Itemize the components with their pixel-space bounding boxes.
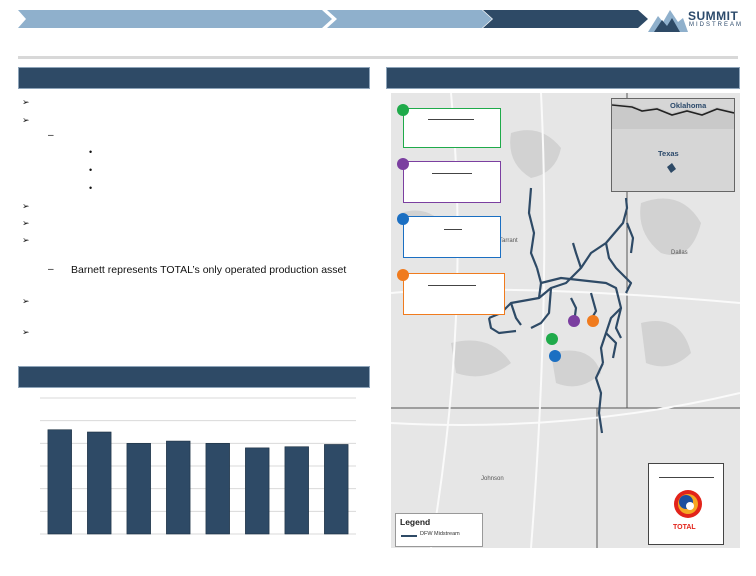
logo-main-text: SUMMIT — [688, 9, 739, 23]
orange-marker-icon — [397, 269, 409, 281]
bar — [47, 429, 72, 535]
callout-blue[interactable] — [403, 216, 501, 258]
total-underline — [659, 477, 714, 478]
nav-chevron-4-active[interactable] — [483, 10, 648, 28]
total-logo-text: TOTAL — [673, 524, 696, 531]
callout-underline — [428, 119, 474, 120]
bullet-dot: • — [89, 165, 93, 175]
left-panel-header — [18, 67, 370, 89]
oklahoma-label: Oklahoma — [670, 101, 707, 110]
total-logo-icon — [674, 490, 702, 518]
johnson-label: Johnson — [481, 476, 504, 482]
map-legend: Legend DFW Midstream — [395, 513, 483, 547]
bullet-dash: – — [48, 264, 54, 275]
bullet-arrow: ➢ — [22, 218, 30, 228]
bar — [245, 447, 270, 535]
texas-label: Texas — [658, 149, 679, 158]
nav-chevron-3[interactable] — [327, 10, 492, 28]
purple-site-marker[interactable] — [568, 315, 580, 327]
state-inset-map: Oklahoma Texas — [611, 98, 735, 192]
purple-marker-icon — [397, 158, 409, 170]
bullet-arrow: ➢ — [22, 327, 30, 337]
bar — [284, 446, 309, 535]
right-panel-header — [386, 67, 740, 89]
blue-site-marker[interactable] — [549, 350, 561, 362]
logo-sub-text: MIDSTREAM — [689, 22, 743, 28]
nav-chevron-2[interactable] — [172, 10, 332, 28]
bullet-dot: • — [89, 183, 93, 193]
callout-orange[interactable] — [403, 273, 505, 315]
pipeline-legend-swatch — [401, 535, 417, 537]
dfw-map: Tarrant Dallas Johnson Oklahoma Texas Le… — [391, 93, 740, 548]
legend-title: Legend — [400, 517, 431, 527]
callout-underline — [428, 285, 476, 286]
dallas-label: Dallas — [671, 250, 688, 256]
nav-chevron-1[interactable] — [18, 10, 188, 28]
bar — [87, 431, 112, 535]
bullet-arrow: ➢ — [22, 201, 30, 211]
header-divider — [18, 56, 738, 59]
callout-green[interactable] — [403, 108, 501, 148]
bar — [205, 443, 230, 535]
bullet-dash: – — [48, 130, 54, 141]
legend-item-label: DFW Midstream — [420, 531, 460, 537]
chart-panel-header — [18, 366, 370, 388]
production-bar-chart — [40, 397, 356, 535]
bullet-arrow: ➢ — [22, 296, 30, 306]
barnett-note: Barnett represents TOTAL’s only operated… — [71, 264, 347, 276]
callout-underline — [432, 173, 472, 174]
mountain-icon — [648, 10, 688, 32]
green-site-marker[interactable] — [546, 333, 558, 345]
bar — [324, 444, 349, 535]
blue-marker-icon — [397, 213, 409, 225]
green-marker-icon — [397, 104, 409, 116]
bullet-dot: • — [89, 147, 93, 157]
tarrant-label: Tarrant — [499, 238, 518, 244]
callout-purple[interactable] — [403, 161, 501, 203]
orange-site-marker[interactable] — [587, 315, 599, 327]
callout-underline — [444, 229, 462, 230]
bullet-arrow: ➢ — [22, 235, 30, 245]
bullet-arrow: ➢ — [22, 97, 30, 107]
bullet-arrow: ➢ — [22, 115, 30, 125]
total-logo-box: TOTAL — [648, 463, 724, 545]
bar — [166, 440, 191, 535]
bar — [126, 443, 151, 535]
